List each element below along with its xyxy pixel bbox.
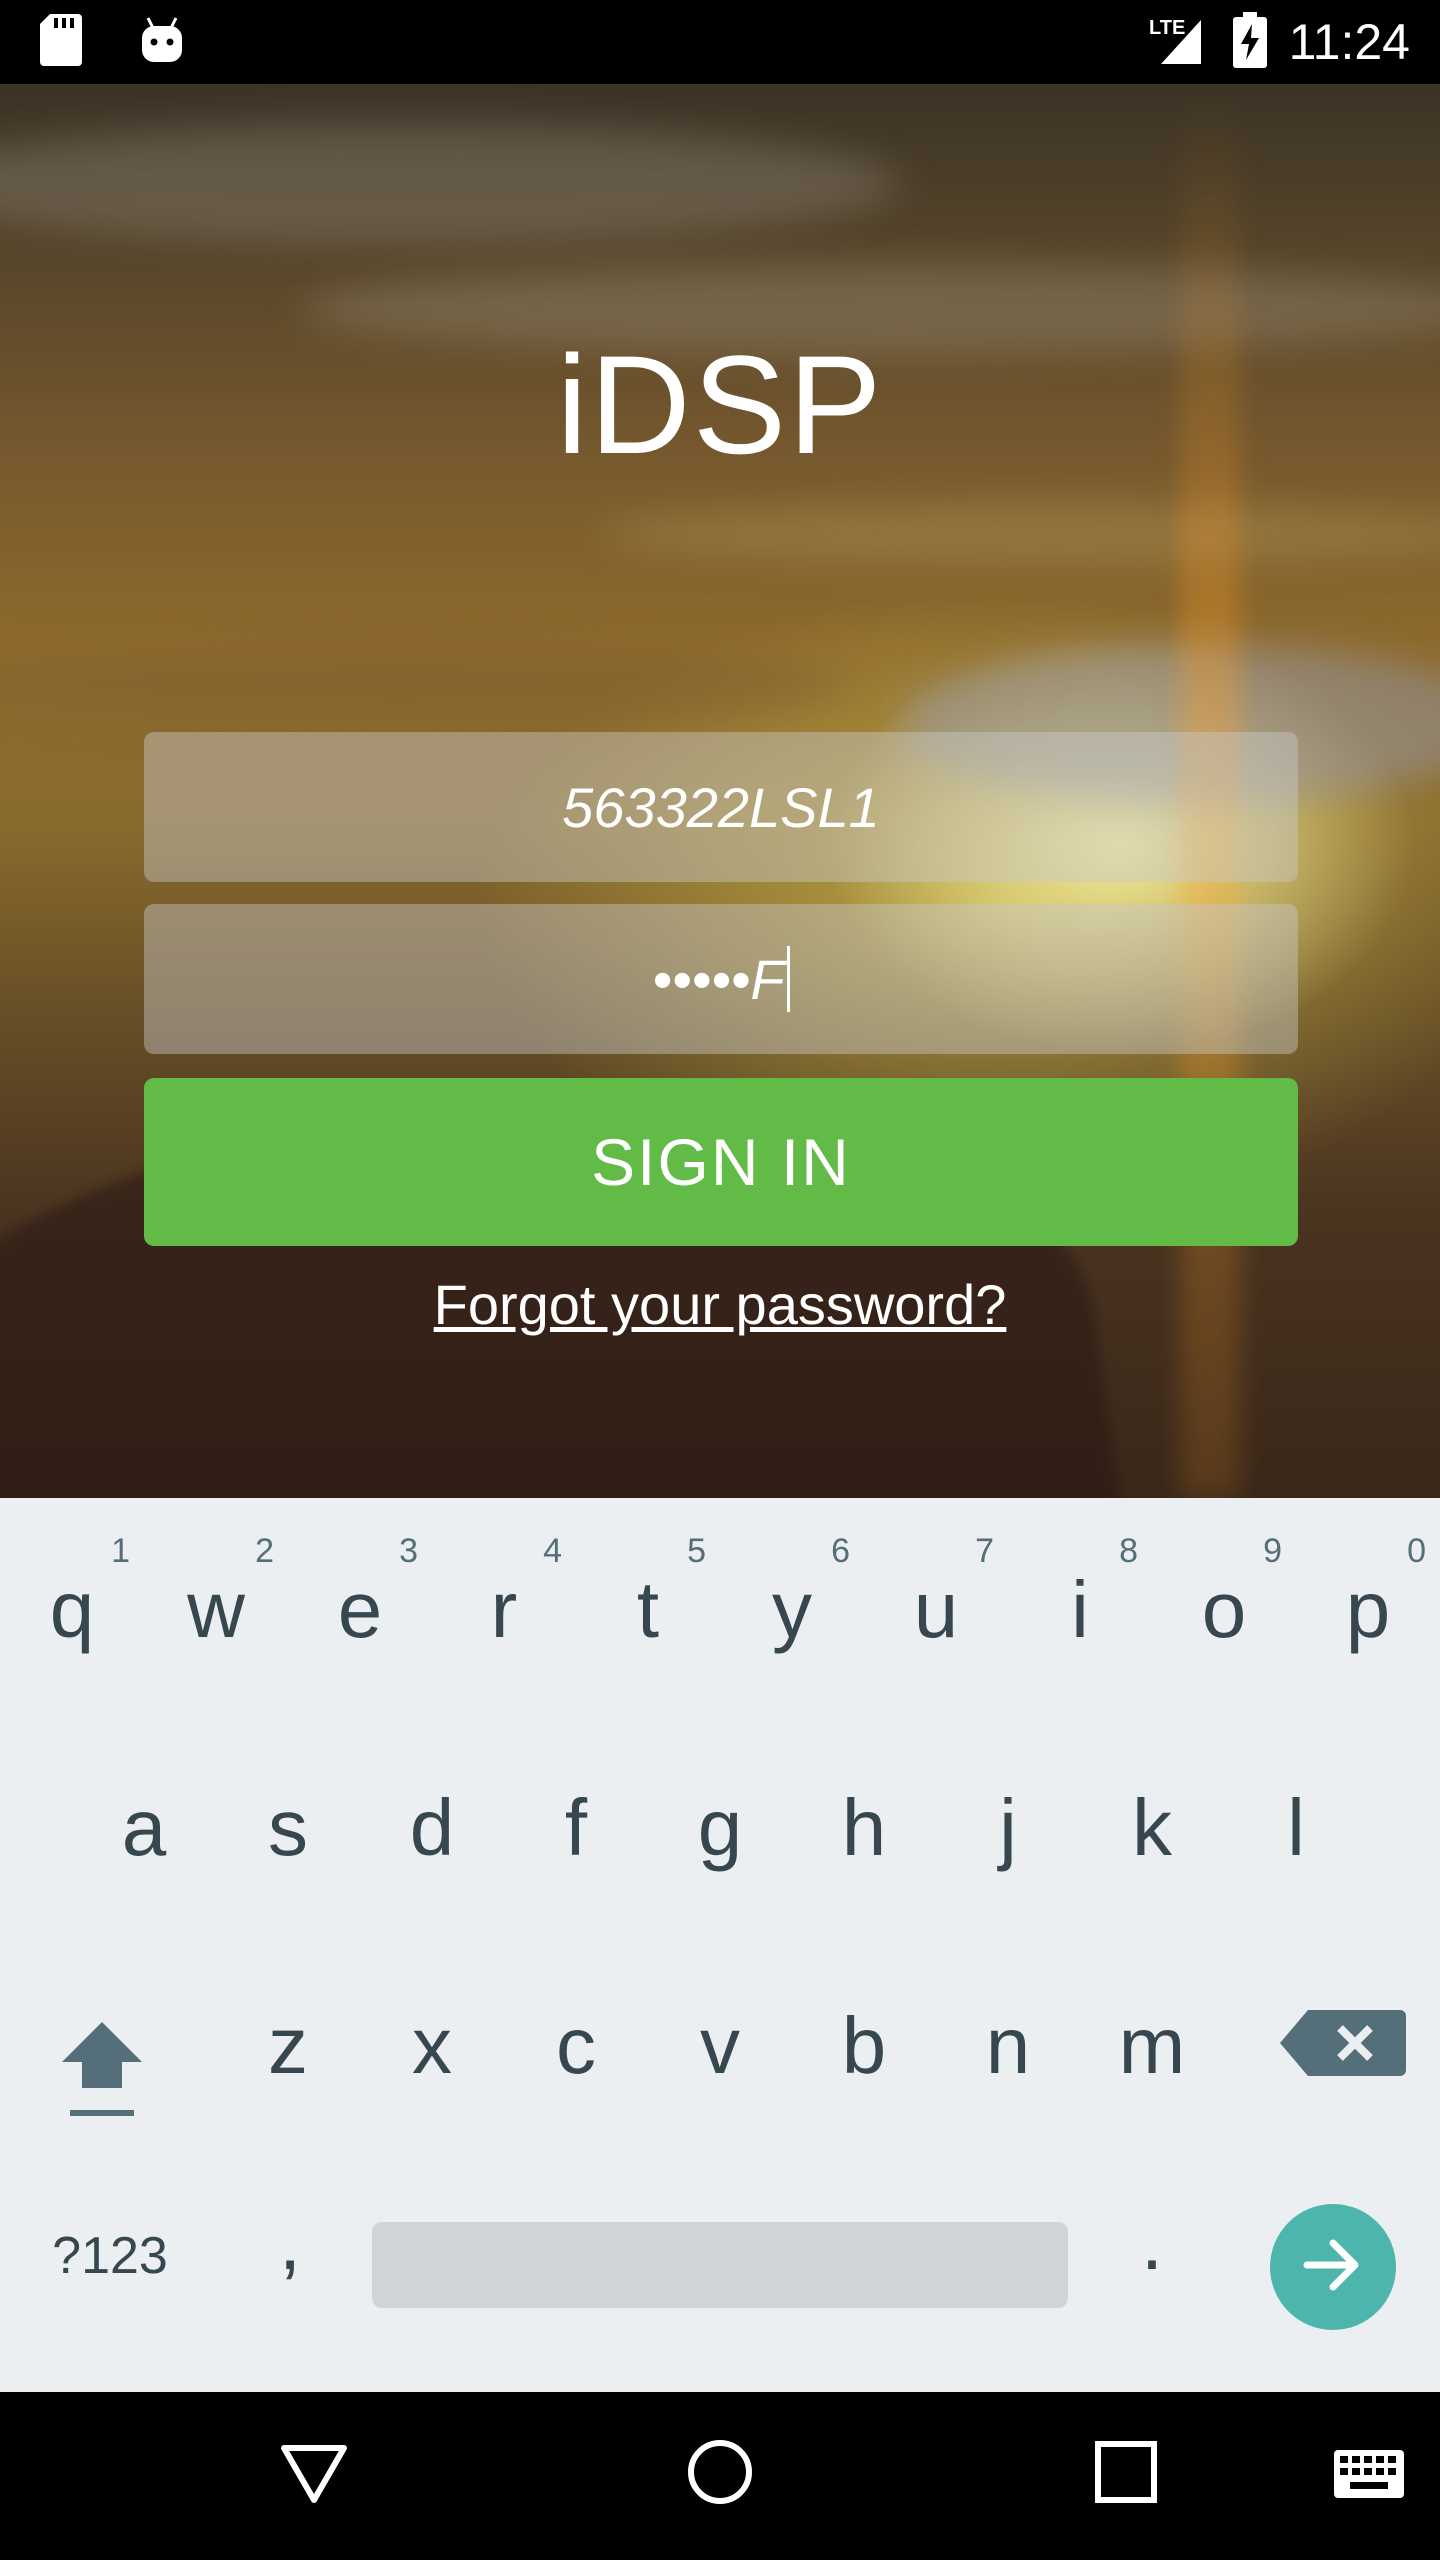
forgot-password-link[interactable]: Forgot your password?: [0, 1272, 1440, 1337]
key-m[interactable]: m: [1080, 1996, 1224, 2096]
key-label: b: [841, 2001, 887, 2090]
key-label: s: [268, 1783, 308, 1872]
key-label: i: [1071, 1565, 1089, 1654]
key-label: h: [841, 1783, 887, 1872]
key-label: k: [1132, 1783, 1172, 1872]
key-p[interactable]: 0p: [1296, 1532, 1440, 1660]
key-f[interactable]: f: [504, 1778, 648, 1878]
key-label: c: [556, 2001, 596, 2090]
key-label: f: [564, 1783, 588, 1872]
network-type-label: LTE: [1149, 17, 1185, 39]
key-label: g: [697, 1783, 743, 1872]
key-s[interactable]: s: [216, 1778, 360, 1878]
go-key[interactable]: [1270, 2204, 1396, 2330]
text-cursor: [786, 946, 790, 1012]
key-label: z: [268, 2001, 308, 2090]
key-y[interactable]: 6y: [720, 1532, 864, 1660]
key-label: y: [772, 1565, 812, 1654]
key-label: x: [412, 2001, 452, 2090]
key-k[interactable]: k: [1080, 1778, 1224, 1878]
key-hint: 1: [111, 1532, 130, 1570]
key-label: m: [1118, 2001, 1186, 2090]
key-g[interactable]: g: [648, 1778, 792, 1878]
key-label: n: [985, 2001, 1031, 2090]
signal-icon: LTE: [1147, 14, 1211, 70]
backspace-key[interactable]: [1268, 2008, 1418, 2083]
key-label: j: [999, 1783, 1017, 1872]
comma-key[interactable]: ,: [250, 2196, 330, 2288]
space-key[interactable]: [372, 2222, 1068, 2308]
key-label: v: [700, 2001, 740, 2090]
android-icon: [140, 16, 184, 68]
key-hint: 3: [399, 1532, 418, 1570]
key-label: r: [490, 1565, 518, 1654]
navigation-bar: [0, 2392, 1440, 2560]
key-label: d: [409, 1783, 455, 1872]
key-label: p: [1345, 1565, 1391, 1654]
key-h[interactable]: h: [792, 1778, 936, 1878]
password-value: •••••F: [652, 947, 785, 1011]
key-hint: 0: [1407, 1532, 1426, 1570]
key-a[interactable]: a: [72, 1778, 216, 1878]
key-c[interactable]: c: [504, 1996, 648, 2096]
key-hint: 5: [687, 1532, 706, 1570]
sign-in-button[interactable]: SIGN IN: [144, 1078, 1298, 1246]
sd-card-icon: [40, 14, 82, 70]
key-t[interactable]: 5t: [576, 1532, 720, 1660]
key-label: a: [121, 1783, 167, 1872]
key-label: u: [913, 1565, 959, 1654]
arrow-right-icon: [1303, 2237, 1363, 2297]
key-j[interactable]: j: [936, 1778, 1080, 1878]
key-label: e: [337, 1565, 383, 1654]
key-label: l: [1287, 1783, 1305, 1872]
login-screen: iDSP 563322LSL1 •••••F SIGN IN Forgot yo…: [0, 84, 1440, 1498]
clock: 11:24: [1288, 14, 1410, 70]
keyboard-switch-icon[interactable]: [1334, 2450, 1404, 2502]
key-hint: 7: [975, 1532, 994, 1570]
key-x[interactable]: x: [360, 1996, 504, 2096]
key-z[interactable]: z: [216, 1996, 360, 2096]
key-hint: 9: [1263, 1532, 1282, 1570]
key-e[interactable]: 3e: [288, 1532, 432, 1660]
username-field[interactable]: 563322LSL1: [144, 732, 1298, 882]
key-u[interactable]: 7u: [864, 1532, 1008, 1660]
battery-charging-icon: [1232, 12, 1267, 72]
key-o[interactable]: 9o: [1152, 1532, 1296, 1660]
key-hint: 4: [543, 1532, 562, 1570]
key-i[interactable]: 8i: [1008, 1532, 1152, 1660]
key-n[interactable]: n: [936, 1996, 1080, 2096]
key-q[interactable]: 1q: [0, 1532, 144, 1660]
key-l[interactable]: l: [1224, 1778, 1368, 1878]
status-bar: LTE 11:24: [0, 0, 1440, 84]
key-label: t: [636, 1565, 660, 1654]
key-label: o: [1201, 1565, 1247, 1654]
key-label: w: [187, 1565, 245, 1654]
key-hint: 6: [831, 1532, 850, 1570]
period-key[interactable]: .: [1112, 2196, 1192, 2288]
shift-key[interactable]: [30, 2010, 174, 2125]
username-value: 563322LSL1: [562, 775, 880, 839]
key-w[interactable]: 2w: [144, 1532, 288, 1660]
key-hint: 2: [255, 1532, 274, 1570]
password-field[interactable]: •••••F: [144, 904, 1298, 1054]
key-b[interactable]: b: [792, 1996, 936, 2096]
home-icon[interactable]: [684, 2436, 756, 2512]
key-r[interactable]: 4r: [432, 1532, 576, 1660]
key-d[interactable]: d: [360, 1778, 504, 1878]
back-icon[interactable]: [278, 2436, 350, 2512]
recents-icon[interactable]: [1090, 2436, 1162, 2512]
app-title: iDSP: [556, 326, 884, 483]
key-label: q: [49, 1565, 95, 1654]
symbols-key[interactable]: ?123: [30, 2226, 190, 2286]
key-hint: 8: [1119, 1532, 1138, 1570]
key-v[interactable]: v: [648, 1996, 792, 2096]
